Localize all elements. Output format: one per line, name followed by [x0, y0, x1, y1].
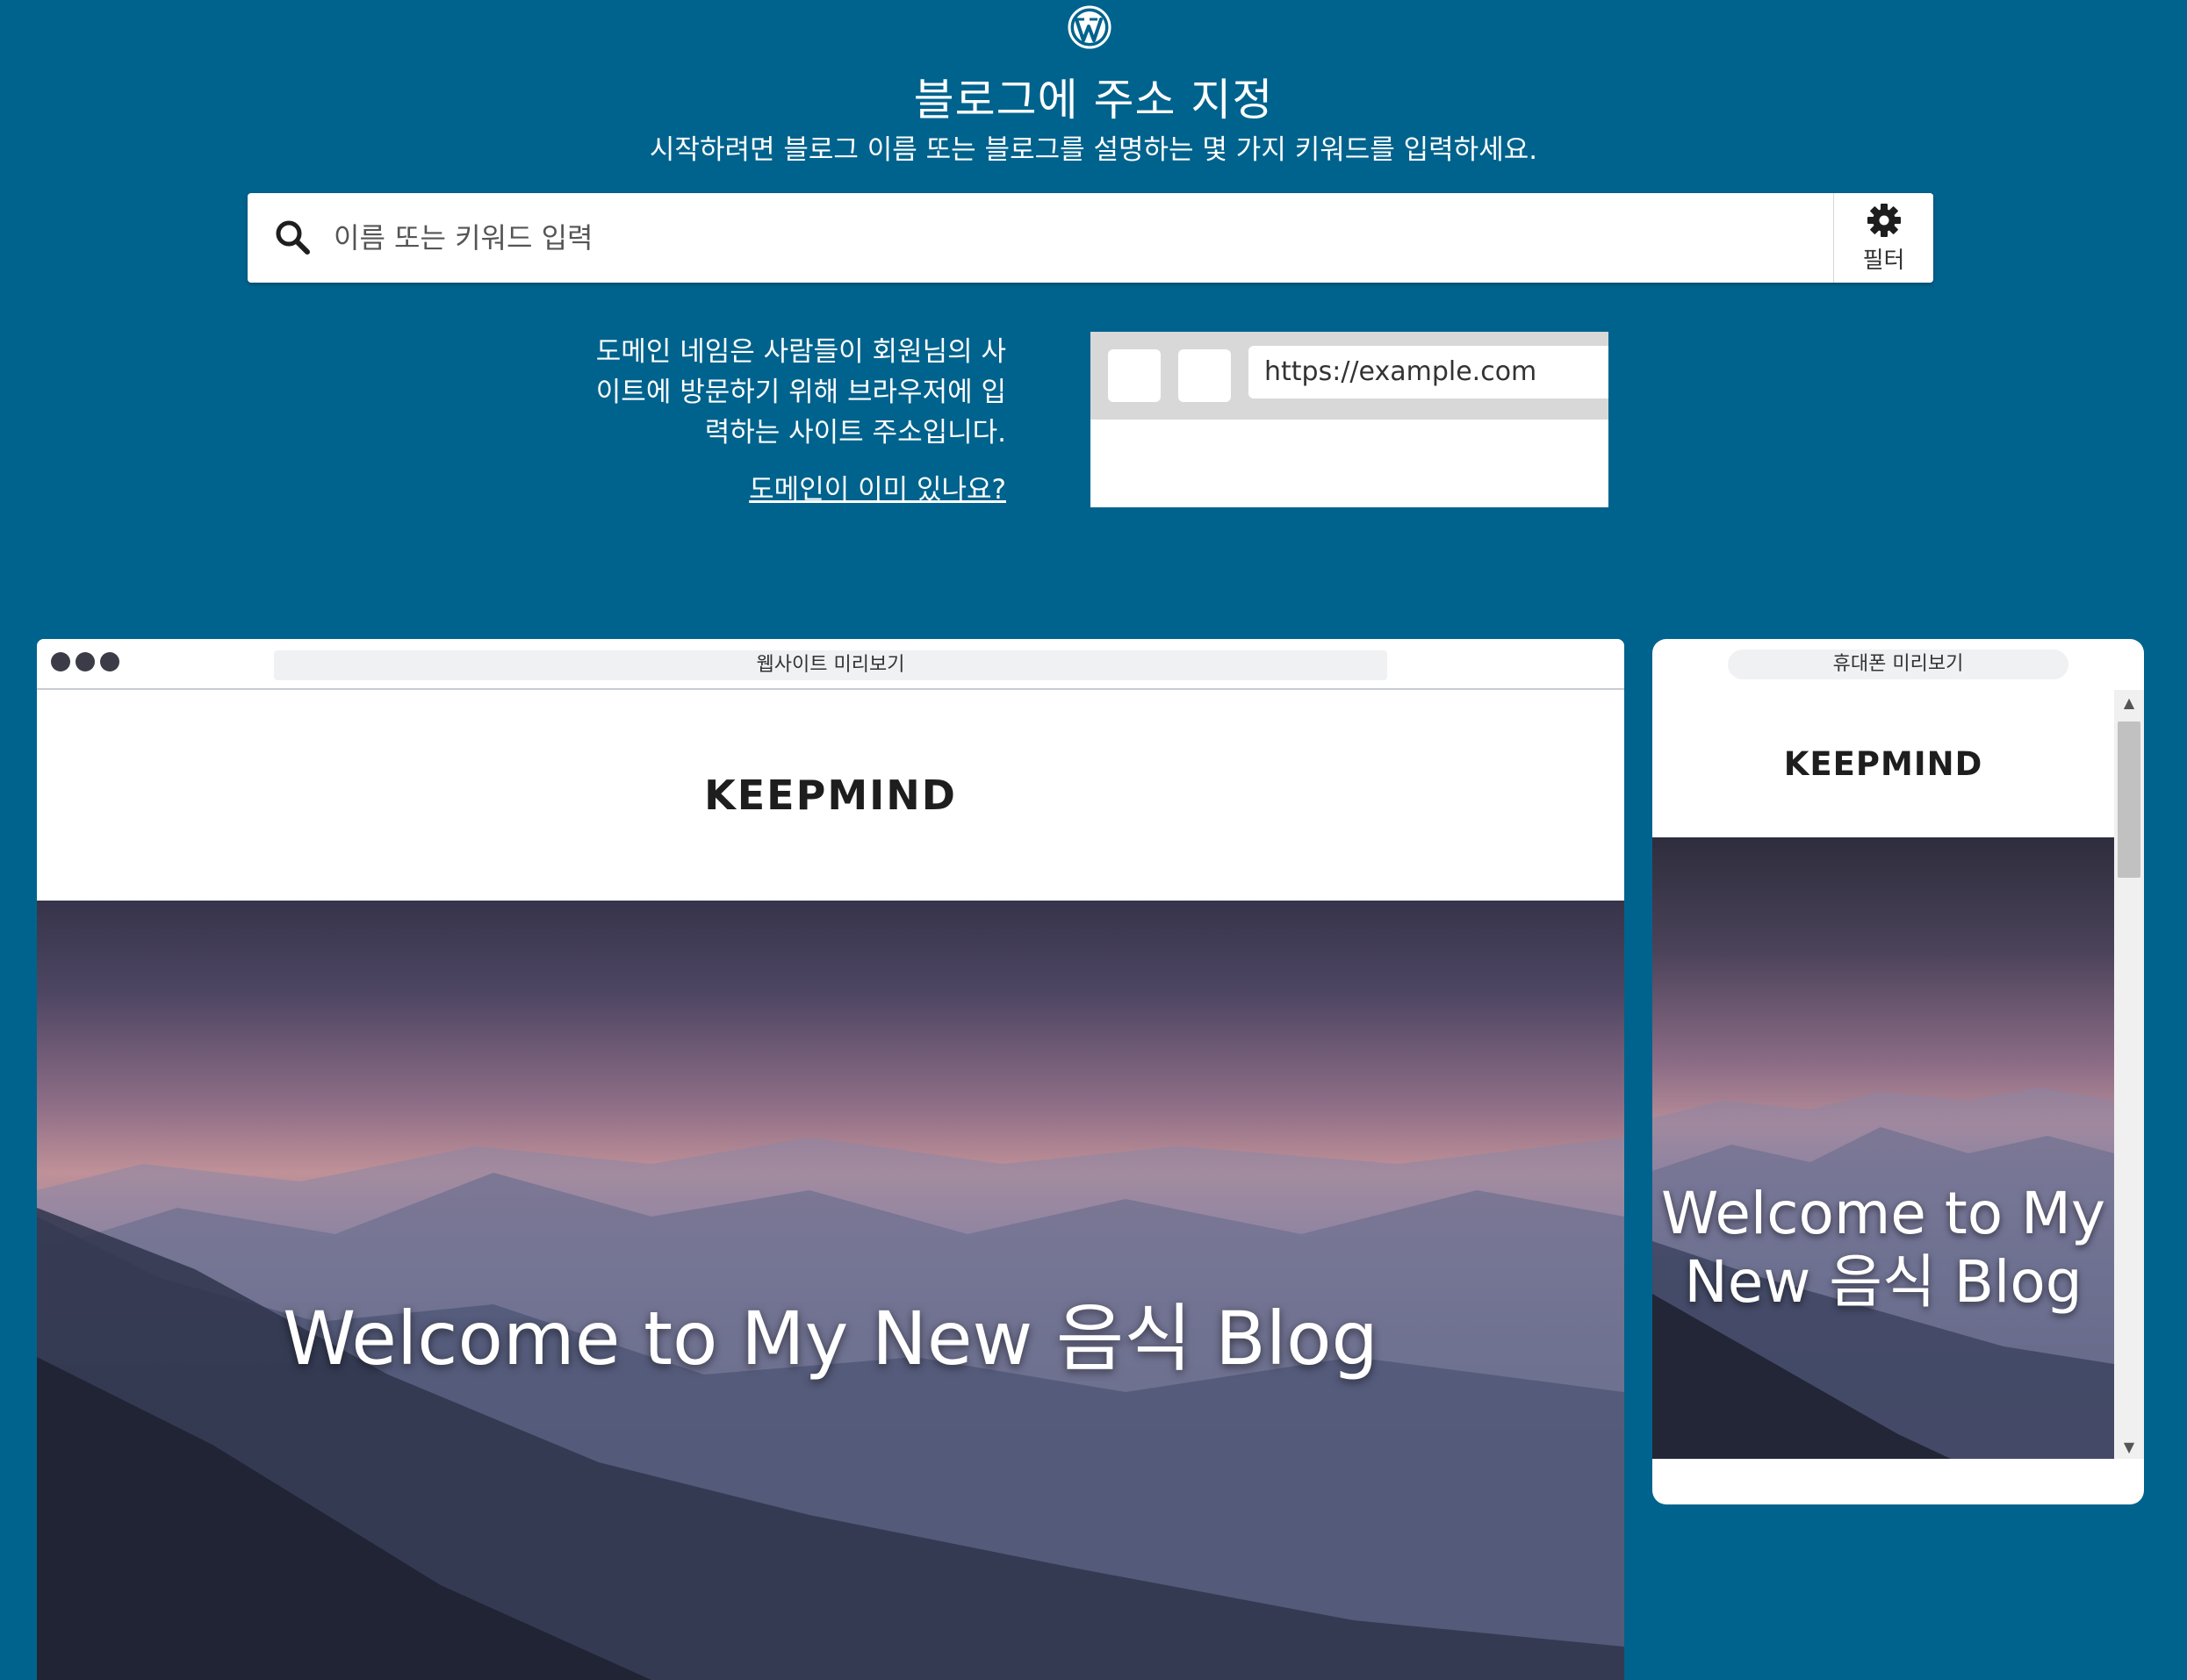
scroll-up-arrow-icon[interactable]: ▲	[2114, 690, 2144, 714]
browser-illustration: https://example.com	[1090, 332, 1608, 507]
browser-illustration-button	[1178, 349, 1231, 402]
website-preview: 웹사이트 미리보기 KEEPMIND Welcome to My New 음식 …	[37, 639, 1624, 1680]
page-title: 블로그에 주소 지정	[913, 75, 1274, 126]
browser-illustration-button	[1108, 349, 1161, 402]
website-preview-label: 웹사이트 미리보기	[274, 650, 1387, 680]
phone-preview-label: 휴대폰 미리보기	[1728, 650, 2068, 679]
site-header: KEEPMIND	[37, 690, 1624, 901]
phone-screen: KEEPMIND Welcome to My New 음식 Blog	[1652, 690, 2114, 1459]
scroll-thumb[interactable]	[2118, 722, 2140, 878]
window-dot	[100, 652, 119, 671]
phone-site-header: KEEPMIND	[1652, 690, 2114, 837]
domain-explanation: 도메인 네임은 사람들이 회원님의 사 이트에 방문하기 위해 브라우저에 입 …	[527, 332, 1006, 453]
site-title: KEEPMIND	[704, 772, 957, 819]
domain-explanation-line: 력하는 사이트 주소입니다.	[704, 417, 1006, 449]
phone-site-title: KEEPMIND	[1783, 744, 1983, 783]
window-dot	[76, 652, 95, 671]
existing-domain-link[interactable]: 도메인이 이미 있나요?	[527, 467, 1006, 506]
search-icon[interactable]	[272, 217, 314, 259]
phone-hero-title-line: New 음식 Blog	[1684, 1248, 2083, 1316]
filter-button[interactable]: 필터	[1833, 193, 1933, 283]
page-subtitle: 시작하려면 블로그 이름 또는 블로그를 설명하는 몇 가지 키워드를 입력하세…	[649, 134, 1538, 166]
scroll-down-arrow-icon[interactable]: ▼	[2114, 1434, 2144, 1459]
hero-image: Welcome to My New 음식 Blog	[37, 901, 1624, 1680]
phone-hero-title-line: Welcome to My	[1660, 1180, 2106, 1247]
mountain-landscape	[1652, 1088, 2114, 1459]
example-url: https://example.com	[1248, 346, 1608, 398]
phone-hero-title: Welcome to My New 음식 Blog	[1652, 1180, 2114, 1317]
phone-scrollbar[interactable]: ▲ ▼	[2114, 690, 2144, 1459]
website-preview-toolbar: 웹사이트 미리보기	[37, 639, 1624, 690]
domain-explanation-line: 이트에 방문하기 위해 브라우저에 입	[595, 377, 1006, 408]
window-dot	[51, 652, 70, 671]
search-input[interactable]	[334, 211, 1738, 265]
phone-preview: 휴대폰 미리보기 KEEPMIND Welcome to My New 음식 B…	[1652, 639, 2144, 1504]
hero-title: Welcome to My New 음식 Blog	[283, 1296, 1378, 1382]
domain-search-bar: 필터	[248, 193, 1933, 283]
wordpress-logo-icon	[1068, 5, 1111, 49]
domain-explanation-line: 도메인 네임은 사람들이 회원님의 사	[595, 336, 1006, 368]
phone-hero-image: Welcome to My New 음식 Blog	[1652, 837, 2114, 1459]
filter-label: 필터	[1862, 247, 1905, 274]
gear-icon	[1867, 203, 1901, 237]
